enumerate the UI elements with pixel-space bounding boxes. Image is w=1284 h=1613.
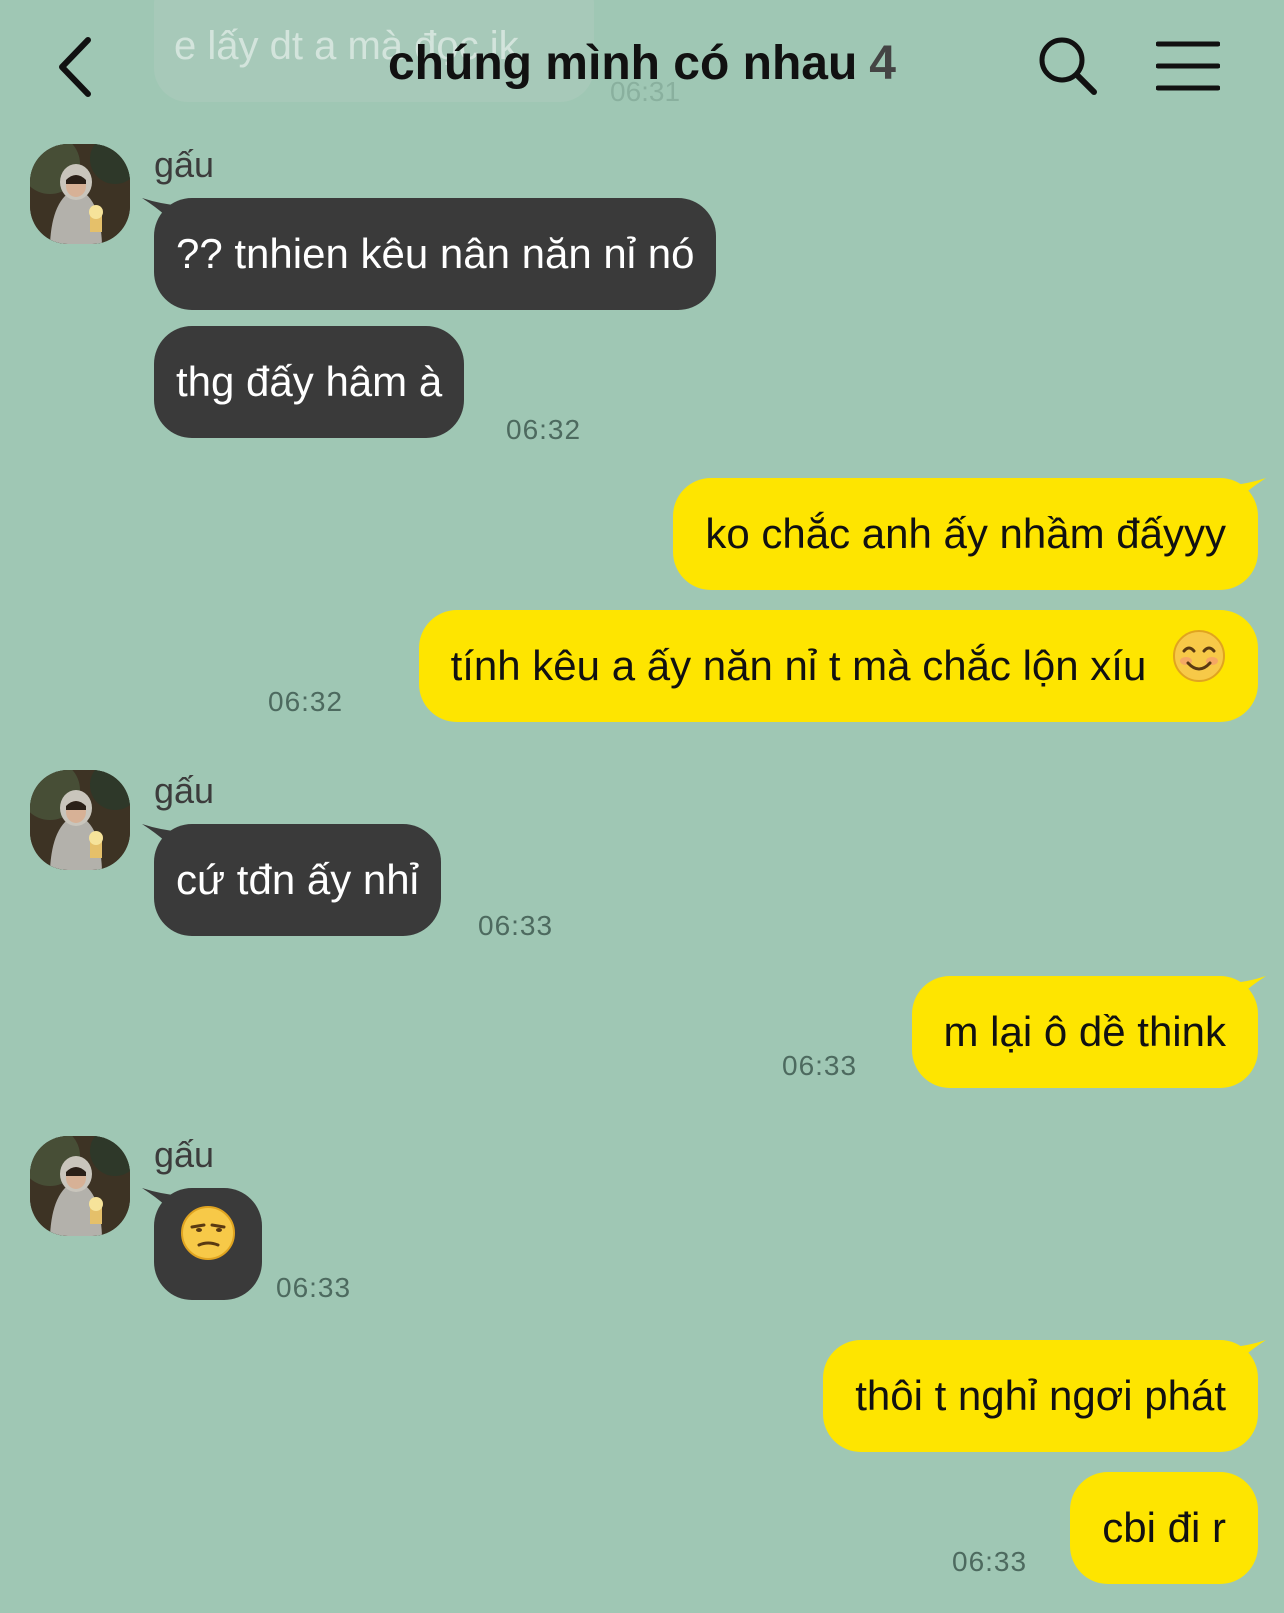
profile-photo-icon [30, 1136, 130, 1236]
unamused-face-icon [180, 1191, 236, 1303]
hamburger-menu-icon [1155, 41, 1221, 91]
profile-photo-icon [30, 770, 130, 870]
message-bubble[interactable]: cbi đi r [1070, 1472, 1258, 1584]
message-time: 06:33 [478, 910, 554, 941]
profile-photo-icon [30, 144, 130, 244]
message-time: 06:33 [276, 1272, 352, 1303]
message-bubble[interactable]: thg đấy hâm à [154, 326, 465, 438]
menu-button[interactable] [1155, 38, 1221, 94]
message-bubble[interactable]: ko chắc anh ấy nhầm đấyyy [673, 478, 1258, 590]
message-bubble[interactable]: cứ tđn ấy nhỉ [154, 824, 441, 936]
message-bubble[interactable]: tính kêu a ấy năn nỉ t mà chắc lộn xíu [418, 610, 1258, 725]
search-button[interactable] [1036, 34, 1100, 98]
message-bubble[interactable]: m lại ô dề think [911, 976, 1258, 1088]
avatar[interactable] [30, 770, 130, 870]
message-bubble[interactable]: ?? tnhien kêu nân năn nỉ nó [154, 198, 717, 310]
chat-title-text: chúng mình có nhau [387, 37, 858, 90]
message-bubble[interactable]: thôi t nghỉ ngơi phát [823, 1340, 1258, 1452]
message-time: 06:33 [952, 1546, 1028, 1577]
message-text: tính kêu a ấy năn nỉ t mà chắc lộn xíu [450, 642, 1147, 689]
sender-name: gấu [154, 770, 215, 811]
message-time: 06:33 [782, 1050, 858, 1081]
smiling-face-icon [1158, 613, 1226, 725]
sender-name: gấu [154, 1134, 215, 1175]
sender-name: gấu [154, 144, 215, 185]
message-time: 06:32 [268, 686, 344, 717]
message-time: 06:32 [506, 414, 582, 445]
member-count: 4 [869, 37, 896, 90]
avatar[interactable] [30, 144, 130, 244]
avatar[interactable] [30, 1136, 130, 1236]
message-bubble[interactable] [154, 1188, 262, 1300]
search-icon [1039, 37, 1097, 95]
